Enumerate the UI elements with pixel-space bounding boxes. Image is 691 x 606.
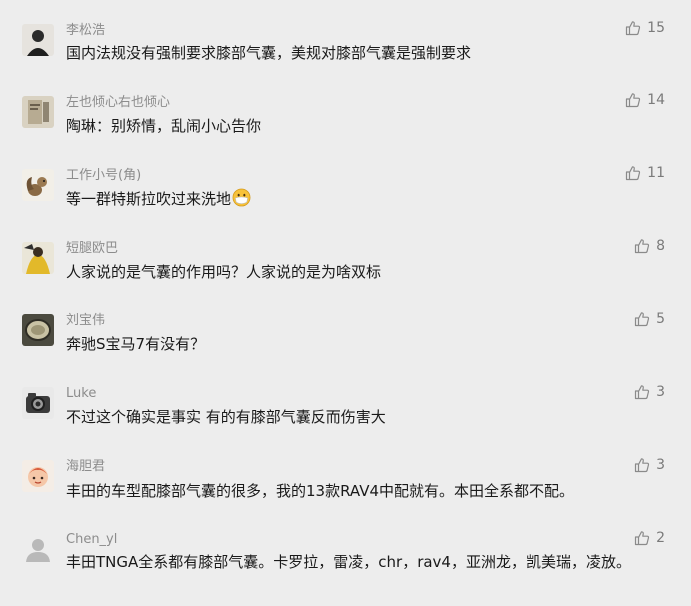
avatar-default-user-icon[interactable] [22,533,54,565]
comment-text: 不过这个确实是事实 有的有膝部气囊反而伤害大 [66,408,386,426]
nickname[interactable]: 海胆君 [66,458,105,476]
like-button[interactable]: 3 [634,384,665,400]
like-count: 14 [647,92,665,108]
like-button[interactable]: 14 [625,92,665,108]
thumbs-up-icon [625,20,641,36]
comment-text: 奔驰S宝马7有没有？ [66,335,206,353]
thumbs-up-icon [625,92,641,108]
like-button[interactable]: 5 [634,311,665,327]
thumbs-up-icon [634,311,650,327]
thumbs-up-icon [634,457,650,473]
avatar-mirror-icon[interactable] [22,314,54,346]
comment-text: 人家说的是气囊的作用吗？人家说的是为啥双标 [66,263,382,281]
nickname[interactable]: Luke [66,385,96,403]
comment-text: 国内法规没有强制要求膝部气囊，美规对膝部气囊是强制要求 [66,44,472,62]
like-button[interactable]: 15 [625,20,665,36]
thumbs-up-icon [634,238,650,254]
nickname[interactable]: 左也倾心右也倾心 [66,94,170,112]
comment-text: 陶琳：别矫情，乱闹小心告你 [66,117,262,135]
like-count: 11 [647,165,665,181]
avatar-person-dark-icon[interactable] [22,24,54,56]
like-count: 3 [656,384,665,400]
avatar-yellow-figure-icon[interactable] [22,242,54,274]
nickname[interactable]: 短腿欧巴 [66,240,118,258]
like-count: 8 [656,238,665,254]
comment-text: 丰田的车型配膝部气囊的很多，我的13款RAV4中配就有。本田全系都不配。 [66,482,575,500]
like-button[interactable]: 8 [634,238,665,254]
comment-list: 李松浩 国内法规没有强制要求膝部气囊，美规对膝部气囊是强制要求 15 左也倾心右… [0,0,691,606]
nickname[interactable]: 工作小号(角) [66,167,141,185]
like-count: 15 [647,20,665,36]
like-count: 5 [656,311,665,327]
avatar-camera-icon[interactable] [22,387,54,419]
like-button[interactable]: 2 [634,530,665,546]
nickname[interactable]: 刘宝伟 [66,312,105,330]
like-count: 3 [656,457,665,473]
nickname[interactable]: Chen_yl [66,531,117,549]
thumbs-up-icon [634,384,650,400]
like-count: 2 [656,530,665,546]
thumbs-up-icon [625,165,641,181]
avatar-cartoon-icon[interactable] [22,460,54,492]
comment-text: 等一群特斯拉吹过来洗地 [66,188,661,210]
face-with-medical-mask-emoji [232,188,251,207]
comment-text: 丰田TNGA全系都有膝部气囊。卡罗拉，雷凌，chr，rav4，亚洲龙，凯美瑞，凌… [66,553,631,571]
like-button[interactable]: 3 [634,457,665,473]
avatar-book-icon[interactable] [22,96,54,128]
comment-text-body: 等一群特斯拉吹过来洗地 [66,190,232,208]
avatar-squirrel-icon[interactable] [22,169,54,201]
thumbs-up-icon [634,530,650,546]
nickname[interactable]: 李松浩 [66,22,105,40]
like-button[interactable]: 11 [625,165,665,181]
